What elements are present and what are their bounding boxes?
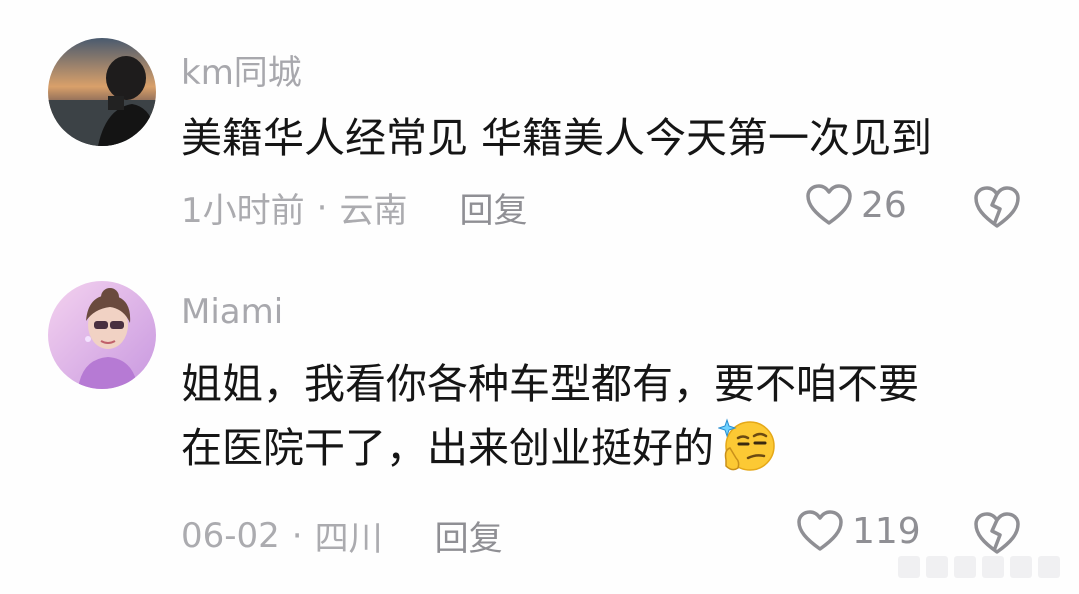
comment-time: 1小时前: [181, 191, 305, 231]
heart-outline-icon: [797, 510, 843, 551]
reply-button[interactable]: 回复: [435, 511, 503, 560]
reply-button[interactable]: 回复: [459, 183, 527, 232]
comment-line: 姐姐，我看你各种车型都有，要不咱不要: [181, 360, 919, 408]
like-button[interactable]: 119: [796, 509, 921, 553]
heart-outline-icon: [806, 184, 852, 225]
meta-separator: ·: [316, 187, 328, 228]
username[interactable]: km同城: [181, 45, 302, 94]
comment-line-with-emoji: 在医院干了，出来创业挺好的: [181, 416, 1041, 480]
meta-separator: ·: [291, 515, 303, 556]
watermark-glyph: [954, 556, 976, 578]
watermark-glyph: [898, 556, 920, 578]
avatar[interactable]: [48, 38, 156, 146]
comment-location: 云南: [339, 191, 408, 231]
watermark: [898, 556, 1070, 582]
watermark-glyph: [926, 556, 948, 578]
comment-item: Miami 姐姐，我看你各种车型都有，要不咱不要 在医院干了，出来创业挺好的 0…: [0, 270, 1079, 594]
like-button[interactable]: 26: [805, 183, 907, 227]
comment-text: 姐姐，我看你各种车型都有，要不咱不要 在医院干了，出来创业挺好的: [181, 352, 1041, 480]
avatar[interactable]: [48, 281, 156, 389]
dislike-button[interactable]: [972, 510, 1022, 560]
comment-text: 美籍华人经常见 华籍美人今天第一次见到: [181, 106, 1041, 170]
comment-line: 在医院干了，出来创业挺好的: [181, 424, 714, 472]
comment-time: 06-02: [181, 515, 280, 556]
watermark-glyph: [1038, 556, 1060, 578]
broken-heart-icon: [974, 186, 1020, 228]
comment-location: 四川: [314, 519, 383, 559]
thinking-smirk-emoji-icon: [718, 418, 775, 471]
comment-meta: 06-02 · 四川 回复: [181, 511, 503, 560]
dislike-button[interactable]: [972, 184, 1022, 234]
watermark-glyph: [1010, 556, 1032, 578]
comment-line: 美籍华人经常见 华籍美人今天第一次见到: [181, 114, 933, 162]
comment-item: km同城 美籍华人经常见 华籍美人今天第一次见到 1小时前 · 云南 回复 26: [0, 0, 1079, 260]
like-count: 26: [861, 184, 907, 226]
broken-heart-icon: [974, 512, 1020, 554]
comment-meta: 1小时前 · 云南 回复: [181, 183, 527, 232]
username[interactable]: Miami: [181, 292, 283, 332]
like-count: 119: [852, 510, 921, 552]
watermark-glyph: [982, 556, 1004, 578]
